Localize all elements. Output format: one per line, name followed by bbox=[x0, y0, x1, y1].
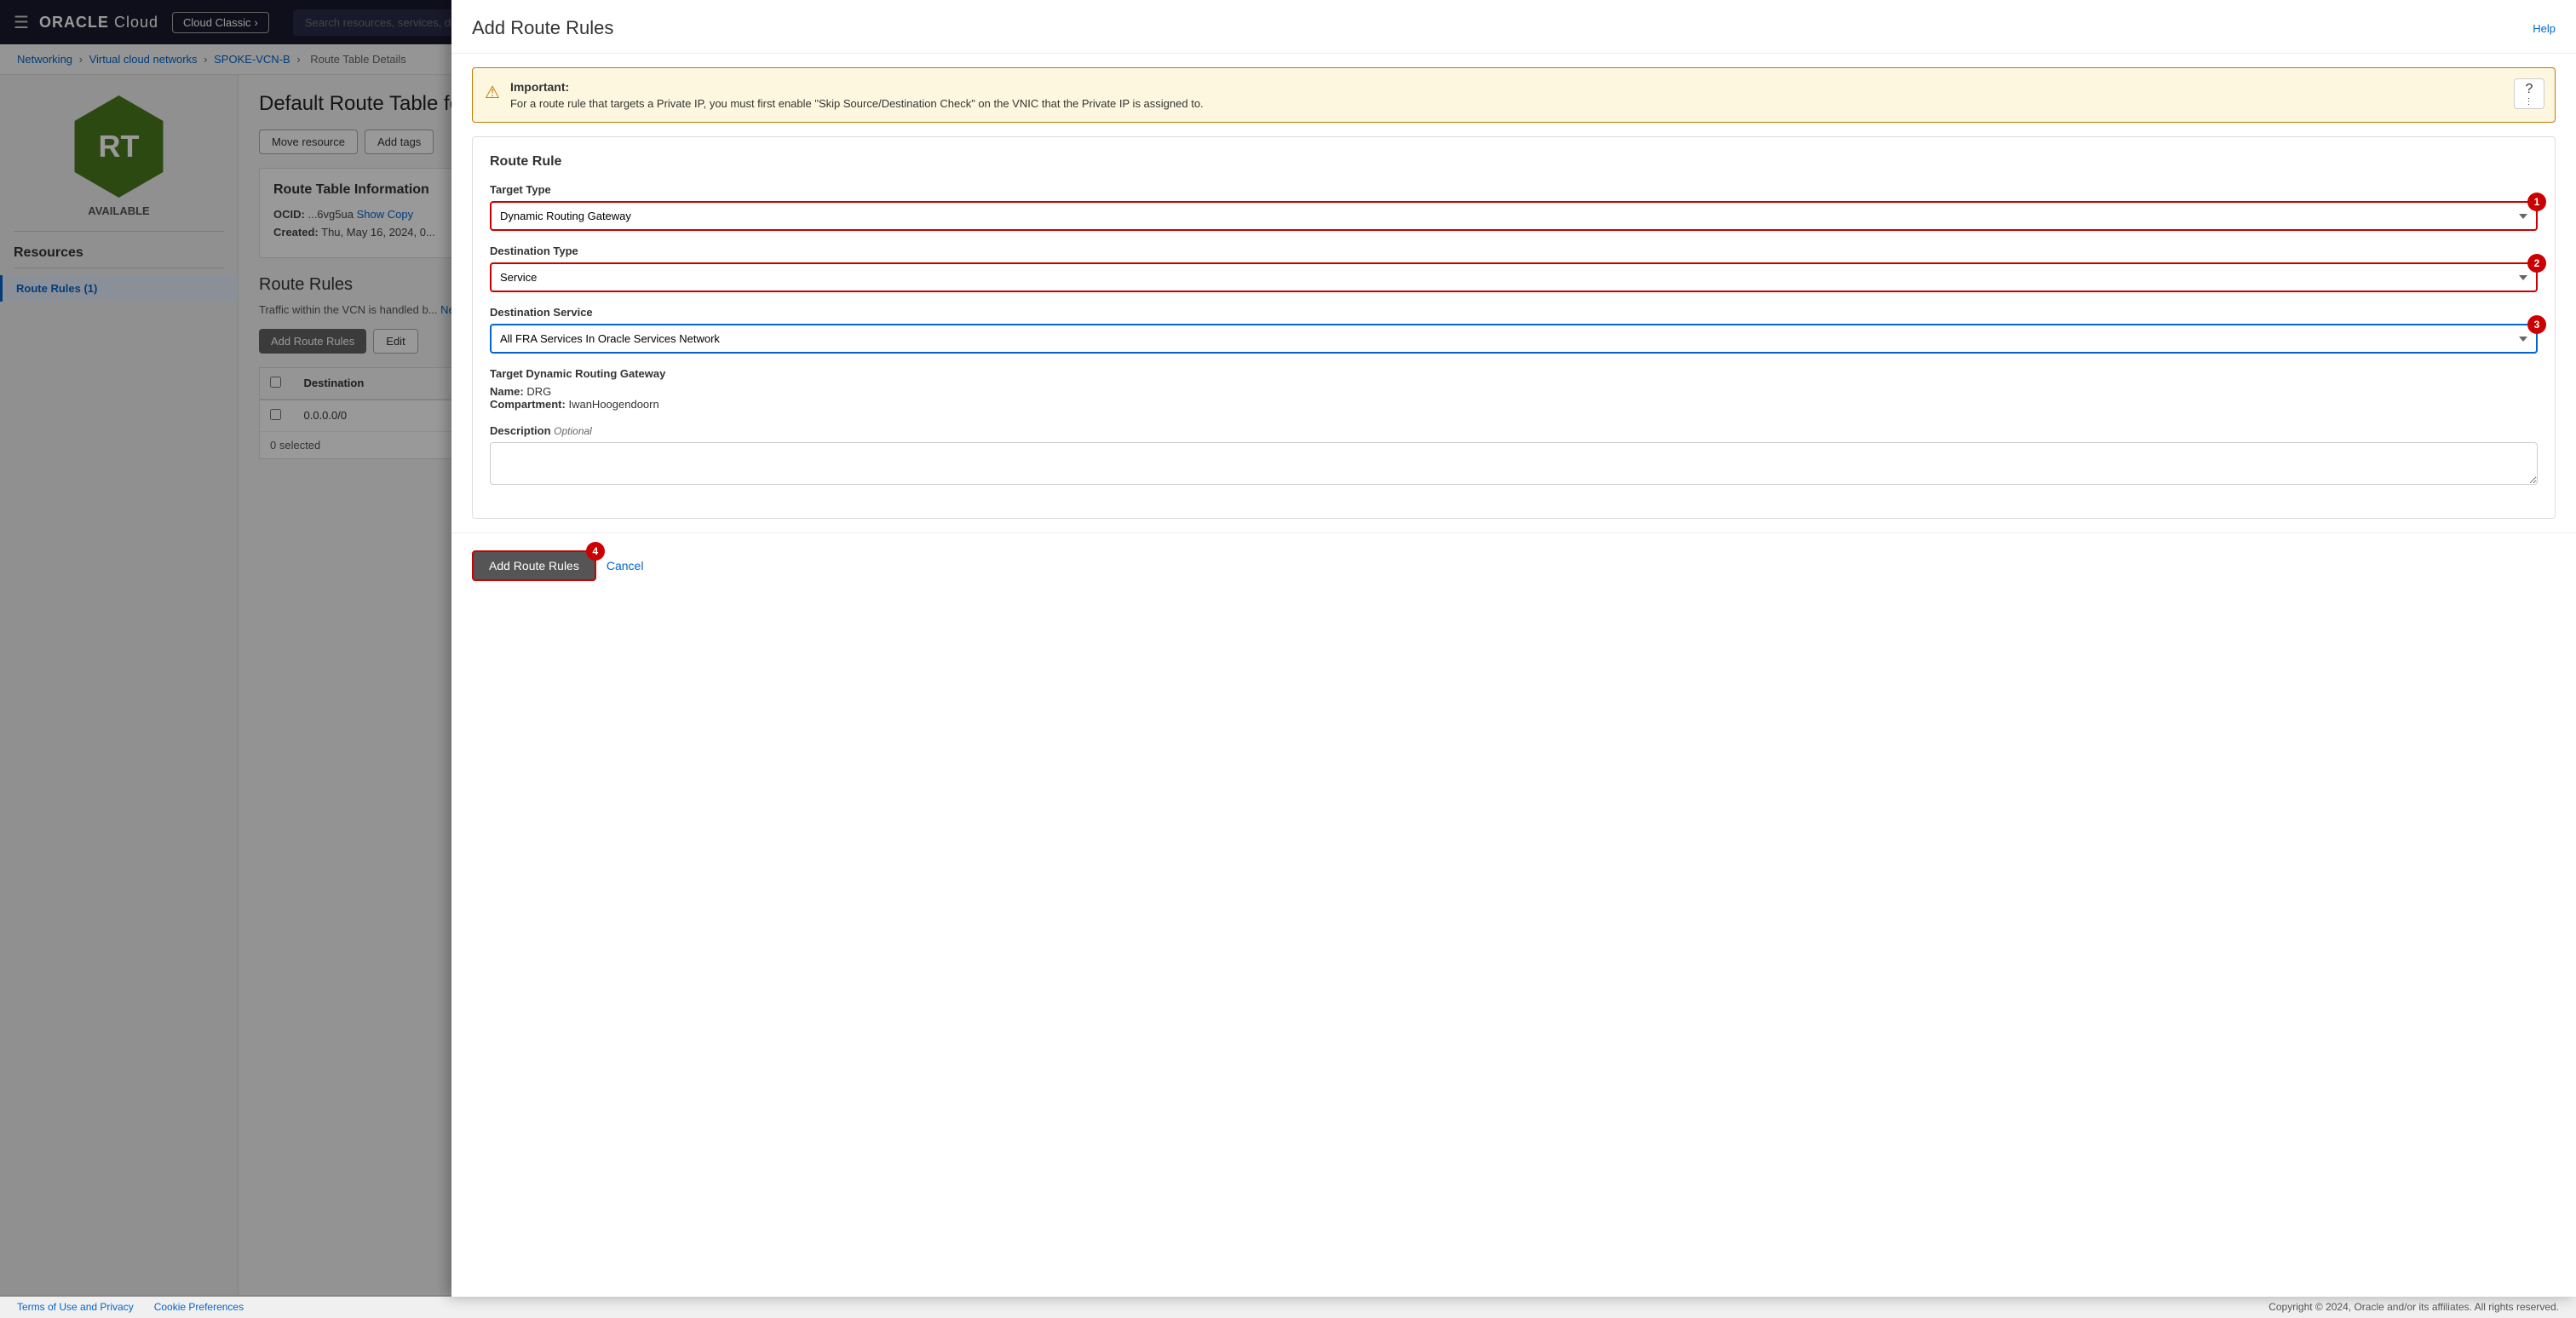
panel-header: Add Route Rules Help bbox=[451, 0, 2576, 54]
target-type-group: Target Type Dynamic Routing Gateway 1 bbox=[490, 183, 2538, 231]
warning-help-icon[interactable]: ? ⋮ bbox=[2514, 78, 2544, 109]
destination-service-select-wrapper: All FRA Services In Oracle Services Netw… bbox=[490, 324, 2538, 354]
description-optional: Optional bbox=[554, 425, 592, 437]
overlay-spacer bbox=[0, 0, 451, 1297]
warning-icon: ⚠ bbox=[485, 82, 500, 103]
destination-type-select-wrapper: Service 2 bbox=[490, 262, 2538, 292]
destination-service-group: Destination Service All FRA Services In … bbox=[490, 306, 2538, 354]
panel-title: Add Route Rules bbox=[472, 17, 613, 39]
description-textarea[interactable] bbox=[490, 442, 2538, 485]
drg-compartment-info: Compartment: IwanHoogendoorn bbox=[490, 398, 2538, 411]
warning-banner: ⚠ Important: For a route rule that targe… bbox=[472, 67, 2556, 123]
destination-type-label: Destination Type bbox=[490, 245, 2538, 257]
destination-service-select[interactable]: All FRA Services In Oracle Services Netw… bbox=[490, 324, 2538, 354]
step-badge-2: 2 bbox=[2527, 254, 2546, 273]
drg-name-info: Name: DRG bbox=[490, 385, 2538, 398]
copyright-text: Copyright © 2024, Oracle and/or its affi… bbox=[2268, 1301, 2559, 1313]
warning-text: Important: For a route rule that targets… bbox=[510, 80, 2543, 110]
add-route-rules-submit-button[interactable]: Add Route Rules bbox=[472, 550, 596, 581]
terms-link[interactable]: Terms of Use and Privacy bbox=[17, 1301, 134, 1313]
step-badge-1: 1 bbox=[2527, 193, 2546, 211]
description-label: Description Optional bbox=[490, 424, 2538, 437]
destination-type-select[interactable]: Service bbox=[490, 262, 2538, 292]
modal-overlay: Add Route Rules Help ⚠ Important: For a … bbox=[0, 0, 2576, 1297]
warning-title: Important: bbox=[510, 80, 2543, 94]
destination-service-label: Destination Service bbox=[490, 306, 2538, 319]
target-type-select-wrapper: Dynamic Routing Gateway 1 bbox=[490, 201, 2538, 231]
target-drg-group: Target Dynamic Routing Gateway Name: DRG… bbox=[490, 367, 2538, 411]
warning-body: For a route rule that targets a Private … bbox=[510, 97, 1204, 110]
step-badge-3: 3 bbox=[2527, 315, 2546, 334]
cookie-link[interactable]: Cookie Preferences bbox=[154, 1301, 244, 1313]
target-type-select[interactable]: Dynamic Routing Gateway bbox=[490, 201, 2538, 231]
description-group: Description Optional bbox=[490, 424, 2538, 487]
bottom-bar: Terms of Use and Privacy Cookie Preferen… bbox=[0, 1295, 2576, 1318]
panel-help-link[interactable]: Help bbox=[2533, 22, 2556, 35]
target-type-label: Target Type bbox=[490, 183, 2538, 196]
route-rule-form: Route Rule Target Type Dynamic Routing G… bbox=[472, 136, 2556, 519]
add-route-rules-panel: Add Route Rules Help ⚠ Important: For a … bbox=[451, 0, 2576, 1297]
target-drg-title: Target Dynamic Routing Gateway bbox=[490, 367, 2538, 380]
step-badge-4: 4 bbox=[586, 542, 605, 561]
add-button-wrapper: Add Route Rules 4 bbox=[472, 550, 596, 581]
form-section-title: Route Rule bbox=[490, 154, 2538, 170]
destination-type-group: Destination Type Service 2 bbox=[490, 245, 2538, 292]
cancel-button[interactable]: Cancel bbox=[607, 559, 644, 573]
panel-footer: Add Route Rules 4 Cancel bbox=[451, 532, 2576, 598]
